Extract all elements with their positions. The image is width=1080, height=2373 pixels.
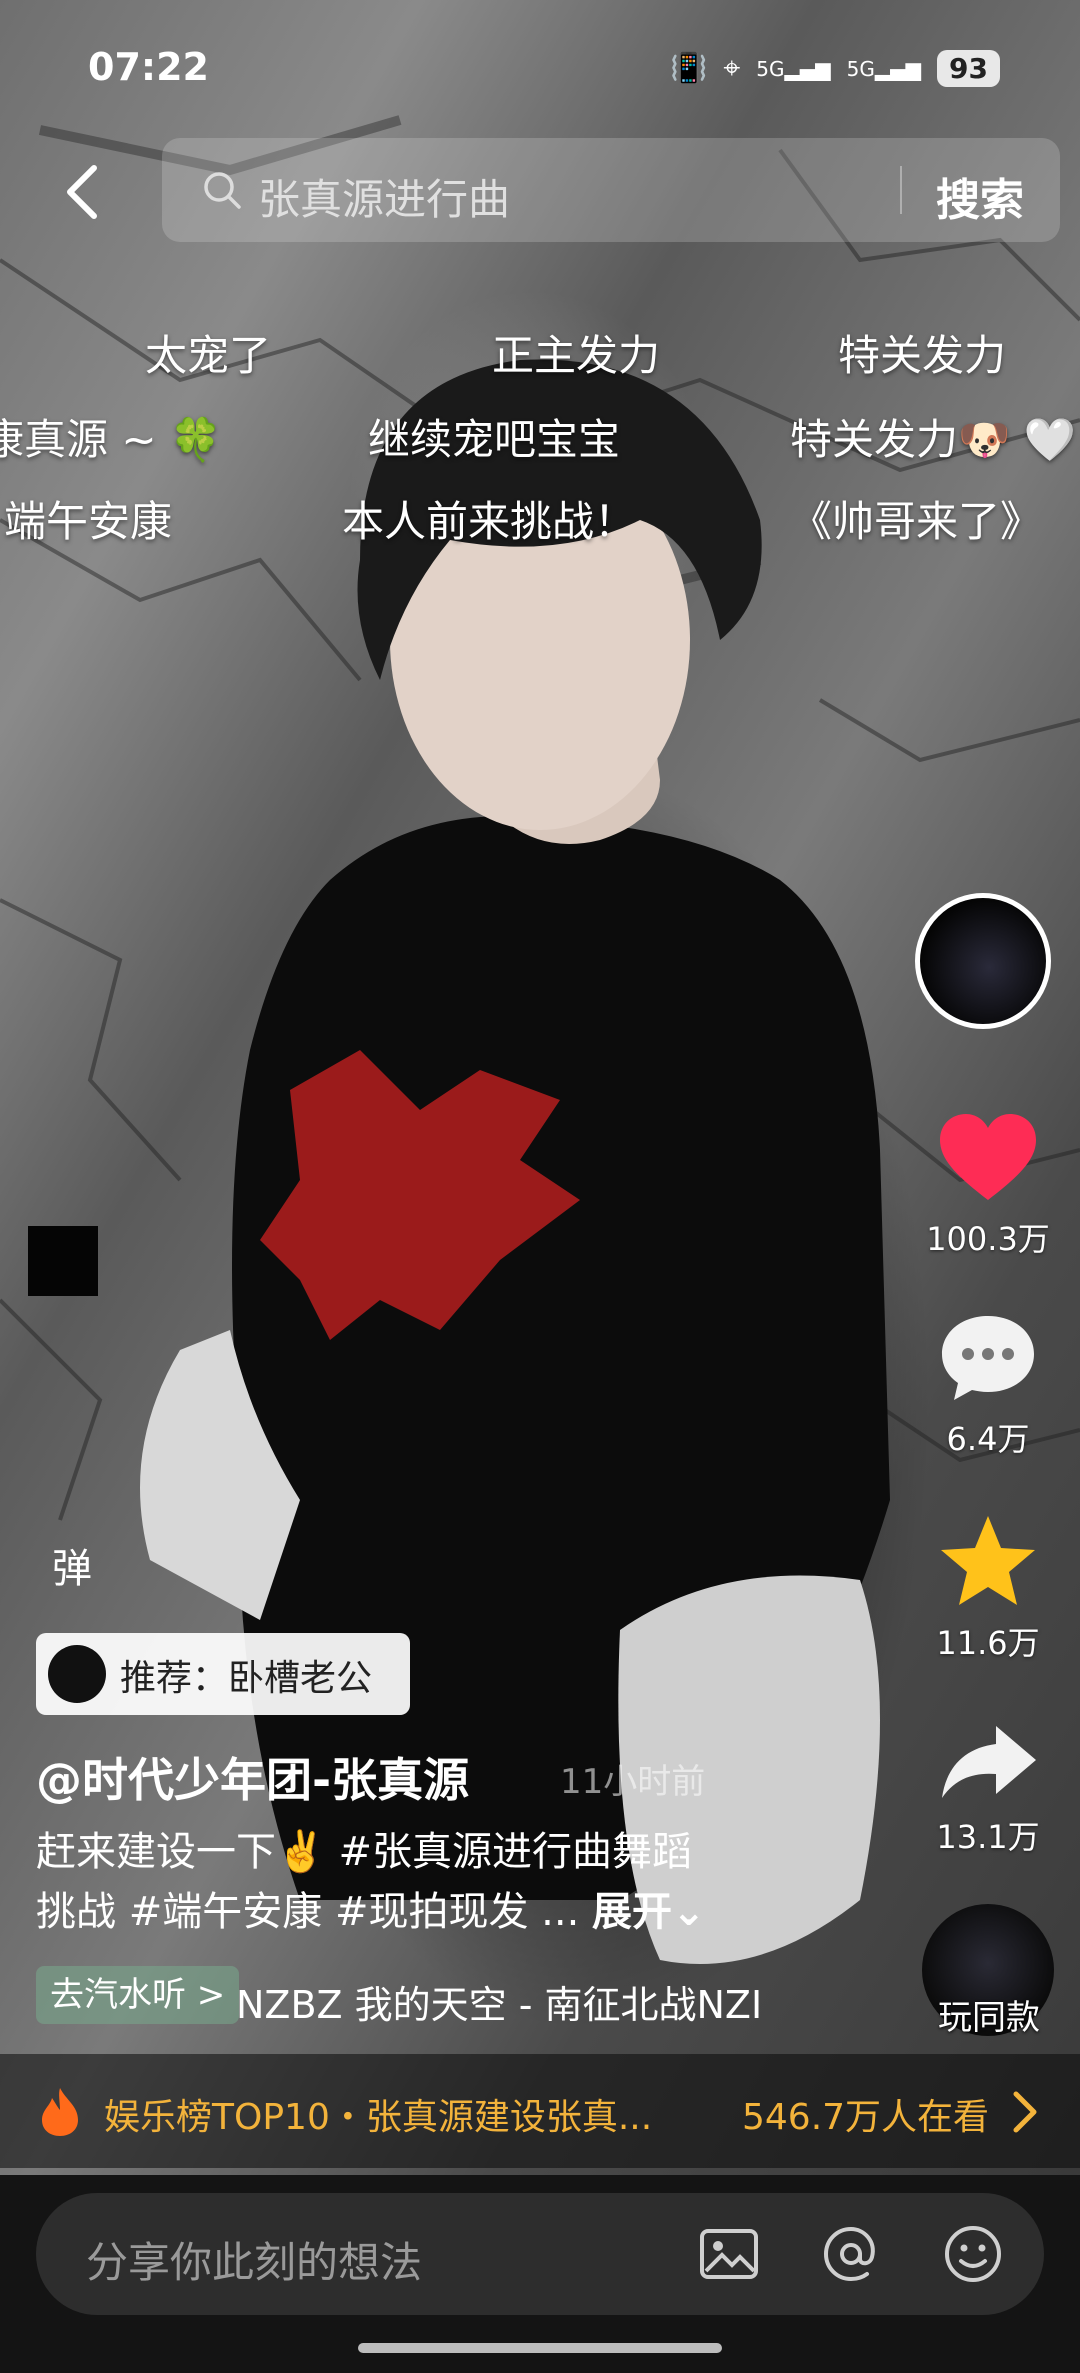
overlay-square (28, 1226, 98, 1296)
danmaku-comment: 《帅哥来了》 (790, 497, 1043, 546)
post-time: 11小时前 (560, 1762, 706, 1802)
favorite-button[interactable]: 11.6万 (913, 1512, 1063, 1664)
danmaku-comment: 正主发力 (492, 331, 661, 380)
comment-button[interactable]: 6.4万 (913, 1312, 1063, 1460)
vibrate-icon: 📳 (670, 51, 708, 86)
search-button[interactable]: 搜索 (936, 164, 1024, 228)
comment-count: 6.4万 (946, 1420, 1030, 1458)
like-count: 100.3万 (926, 1220, 1050, 1258)
star-icon (941, 1516, 1035, 1605)
danmaku-comment: 太宠了 (145, 331, 272, 380)
home-indicator[interactable] (358, 2343, 722, 2353)
status-time: 07:22 (88, 45, 209, 89)
emoji-icon[interactable] (940, 2221, 1006, 2287)
danmaku-comment: 本人前来挑战！ (342, 497, 637, 546)
signal-icon: 5G▂▄▆ (756, 56, 831, 81)
signal-icon: 5G▂▄▆ (846, 56, 922, 81)
author-name[interactable]: @时代少年团-张真源 (36, 1744, 469, 1810)
danmaku-comment: 特关发力🐶 🤍 (790, 415, 1076, 464)
author-avatar[interactable] (915, 893, 1051, 1029)
mention-icon[interactable] (818, 2221, 884, 2287)
recommend-label: 推荐：卧槽老公 (120, 1658, 373, 1699)
listen-in-qishui-button[interactable]: 去汽水听 > (36, 1966, 240, 2024)
share-button[interactable]: 13.1万 (913, 1722, 1063, 1858)
danmaku-toggle-button[interactable]: 弹 (52, 1536, 92, 1594)
expand-button[interactable]: 展开⌄ (592, 1889, 706, 1935)
danmaku-comment: 特关发力 (838, 331, 1007, 380)
comment-bubble-icon (942, 1316, 1034, 1400)
share-arrow-icon (942, 1726, 1036, 1798)
back-arrow-icon[interactable] (52, 160, 116, 224)
image-icon[interactable] (696, 2221, 762, 2287)
ranking-bar[interactable]: 娱乐榜TOP10・张真源建设张真... 546.7万人在看 (0, 2054, 1080, 2168)
search-bar[interactable]: 张真源进行曲 搜索 (162, 138, 1060, 242)
viewer-count: 546.7万人在看 (742, 2097, 990, 2138)
search-icon (204, 172, 241, 209)
caption-line: 赶来建设一下✌️ #张真源进行曲舞蹈 (36, 1829, 693, 1875)
music-track-marquee[interactable]: NZBZ 我的天空 - 南征北战NZI (236, 1974, 810, 2029)
danmaku-comment: 端午安康 (4, 497, 173, 546)
like-button[interactable]: 100.3万 (913, 1112, 1063, 1260)
danmaku-comment: 康真源 ~ 🍀 (0, 415, 223, 464)
search-input[interactable]: 张真源进行曲 (258, 166, 510, 227)
comment-input[interactable]: 分享你此刻的想法 (36, 2193, 1044, 2315)
bottom-comment-area: 分享你此刻的想法 (0, 2175, 1080, 2373)
use-same-sound-button[interactable]: 玩同款 (924, 1990, 1054, 2039)
caption-line: 挑战 #端午安康 #现拍现发 ... 展开⌄ (36, 1889, 706, 1935)
status-icons: 📳 ⌖ 5G▂▄▆ 5G▂▄▆ 93 (670, 50, 1000, 87)
ranking-label: 娱乐榜TOP10・张真源建设张真... (104, 2097, 653, 2138)
share-count: 13.1万 (936, 1818, 1040, 1856)
chevron-right-icon (1013, 2091, 1037, 2133)
battery-indicator: 93 (937, 50, 1000, 87)
danmaku-comment: 继续宠吧宝宝 (368, 415, 621, 464)
location-icon: ⌖ (723, 51, 741, 86)
post-caption[interactable]: 赶来建设一下✌️ #张真源进行曲舞蹈 挑战 #端午安康 #现拍现发 ... 展开… (36, 1822, 796, 1942)
recommend-avatar (48, 1645, 106, 1703)
heart-icon (940, 1114, 1036, 1200)
comment-placeholder: 分享你此刻的想法 (86, 2238, 423, 2287)
recommend-chip[interactable]: 推荐：卧槽老公 (36, 1633, 410, 1715)
fire-icon (42, 2088, 78, 2136)
search-divider (900, 166, 902, 214)
favorite-count: 11.6万 (936, 1624, 1040, 1662)
status-bar: 07:22 📳 ⌖ 5G▂▄▆ 5G▂▄▆ 93 (0, 0, 1080, 140)
